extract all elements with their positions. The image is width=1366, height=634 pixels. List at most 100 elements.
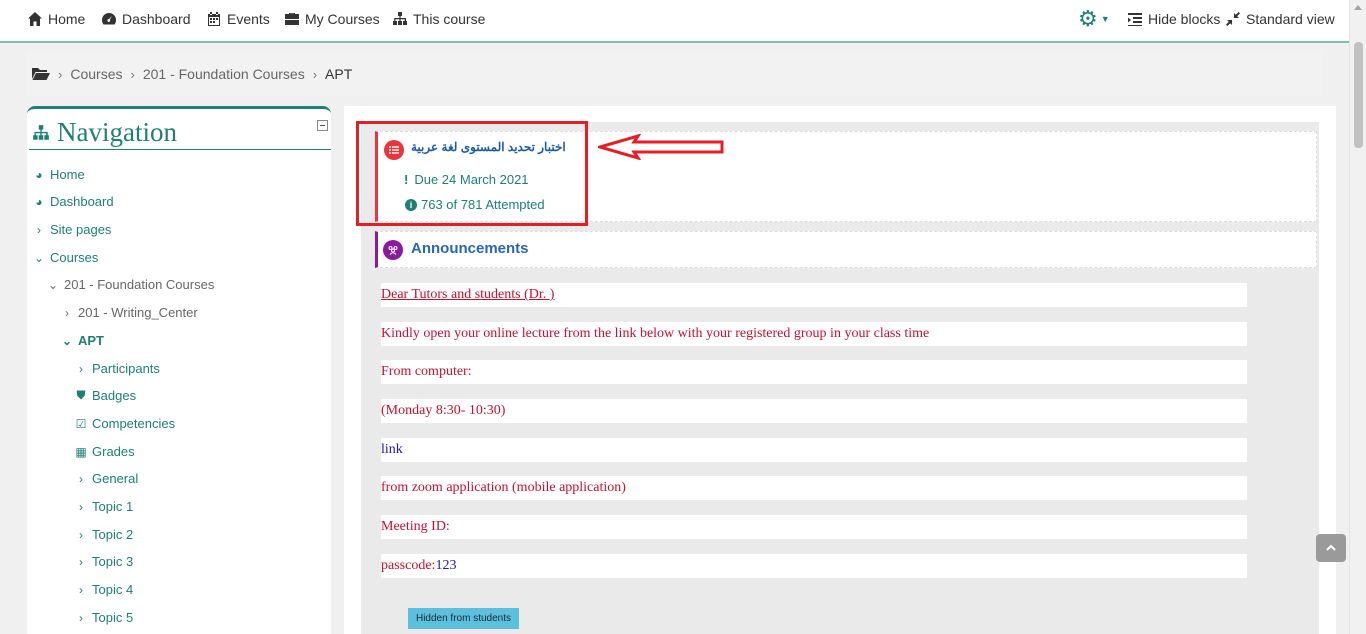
label-line-link[interactable]: link	[381, 438, 1247, 462]
sidebar-item-label: Topic 4	[92, 582, 134, 597]
dashboard-icon	[101, 13, 117, 25]
sidebar-item-participants[interactable]: › Participants	[74, 361, 160, 376]
label-line-greeting: Dear Tutors and students (Dr. )	[381, 283, 1247, 307]
sidebar-item-label: General	[92, 471, 139, 486]
navigation-title: Navigation	[31, 117, 177, 148]
sitemap-icon	[393, 12, 407, 25]
sidebar-item-home[interactable]: ◕ Home	[32, 167, 85, 182]
nav-events-link[interactable]: Events	[206, 11, 270, 27]
sidebar-item-label: Topic 5	[92, 610, 134, 625]
sidebar-item-courses[interactable]: ⌄ Courses	[32, 250, 98, 265]
label-line-meeting-id: Meeting ID:	[381, 515, 1247, 539]
breadcrumb-current: APT	[325, 66, 353, 82]
sidebar-item-topic-2[interactable]: › Topic 2	[74, 527, 133, 542]
breadcrumb-category[interactable]: 201 - Foundation Courses	[143, 66, 305, 82]
label-greeting-text: Dear Tutors and students (Dr. )	[381, 287, 555, 302]
highlight-box	[356, 121, 588, 226]
gear-icon: ⚙	[1078, 6, 1098, 31]
label-line-zoom-app: from zoom application (mobile applicatio…	[381, 476, 1247, 500]
sidebar-item-topic-5[interactable]: › Topic 5	[74, 610, 133, 625]
hide-blocks-label: Hide blocks	[1148, 11, 1221, 27]
sidebar-item-label: Home	[50, 167, 85, 182]
hidden-from-students-badge: Hidden from students	[408, 608, 519, 629]
page-scrollbar[interactable]	[1349, 0, 1366, 634]
scroll-up-arrow-icon[interactable]	[1354, 5, 1362, 10]
label-line-schedule: (Monday 8:30- 10:30)	[381, 399, 1247, 423]
label-computer-text: From computer:	[381, 364, 472, 379]
chevron-right-icon: ›	[79, 554, 83, 569]
chevron-up-icon	[1326, 544, 1336, 551]
sidebar-item-foundation-courses[interactable]: ⌄ 201 - Foundation Courses	[46, 277, 214, 292]
sidebar-item-writing-center[interactable]: › 201 - Writing_Center	[60, 305, 198, 320]
chevron-right-icon: ›	[79, 610, 83, 625]
sidebar-item-topic-3[interactable]: › Topic 3	[74, 554, 133, 569]
chevron-right-icon: ›	[79, 527, 83, 542]
nav-events-label: Events	[227, 11, 270, 27]
top-navbar: Home Dashboard Events My Courses This co…	[0, 0, 1349, 43]
label-zoom-app-text: from zoom application (mobile applicatio…	[381, 480, 626, 495]
dashboard-icon: ◕	[35, 194, 43, 209]
title-divider	[29, 149, 331, 150]
nav-dashboard-label: Dashboard	[122, 11, 191, 27]
navigation-block: Navigation	[27, 106, 331, 634]
sidebar-item-label: Participants	[92, 361, 160, 376]
breadcrumb-courses[interactable]: Courses	[70, 66, 122, 82]
label-passcode-value: 123	[435, 558, 457, 573]
label-meeting-id-text: Meeting ID:	[381, 519, 450, 534]
chevron-right-icon: ›	[79, 499, 83, 514]
collapse-block-button[interactable]	[317, 120, 328, 131]
sidebar-item-label: Grades	[92, 444, 135, 459]
chevron-down-icon: ⌄	[47, 277, 59, 292]
nav-home-link[interactable]: Home	[27, 11, 85, 27]
chevron-right-icon: ›	[79, 361, 83, 376]
nav-dashboard-link[interactable]: Dashboard	[101, 11, 191, 27]
sidebar-item-topic-1[interactable]: › Topic 1	[74, 499, 133, 514]
annotation-arrow-icon	[598, 134, 724, 160]
sidebar-item-grades[interactable]: ▦ Grades	[74, 444, 135, 459]
announcements-link[interactable]: Announcements	[411, 240, 529, 257]
sidebar-item-site-pages[interactable]: › Site pages	[32, 222, 111, 237]
chevron-right-icon: ›	[79, 471, 83, 486]
chevron-right-icon: ›	[79, 582, 83, 597]
folder-open-icon[interactable]	[32, 67, 50, 81]
settings-menu[interactable]: ⚙ ▼	[1078, 6, 1110, 31]
list-collapse-icon	[1128, 13, 1142, 26]
breadcrumb-separator: ›	[58, 66, 63, 82]
label-line-passcode: passcode: 123	[381, 554, 1247, 578]
dashboard-icon: ◕	[35, 167, 43, 182]
back-to-top-button[interactable]	[1316, 534, 1346, 562]
hide-blocks-button[interactable]: Hide blocks	[1127, 11, 1220, 27]
zoom-link[interactable]: link	[381, 442, 403, 458]
sidebar-item-badges[interactable]: ⛊ Badges	[74, 388, 136, 403]
shield-icon: ⛊	[76, 388, 86, 402]
sidebar-item-label: Competencies	[92, 416, 176, 431]
scrollbar-thumb[interactable]	[1354, 42, 1363, 148]
chevron-right-icon: ›	[65, 305, 69, 320]
nav-this-course-link[interactable]: This course	[392, 11, 485, 27]
nav-my-courses-link[interactable]: My Courses	[284, 11, 380, 27]
chevron-right-icon: ›	[37, 222, 41, 237]
sidebar-item-general[interactable]: › General	[74, 471, 138, 486]
briefcase-icon	[285, 13, 299, 25]
nav-my-courses-label: My Courses	[305, 11, 380, 27]
sidebar-item-label: Topic 3	[92, 554, 134, 569]
sidebar-item-topic-4[interactable]: › Topic 4	[74, 582, 133, 597]
nav-this-course-label: This course	[413, 11, 486, 27]
breadcrumb-separator: ›	[312, 66, 318, 82]
forum-icon	[383, 240, 403, 260]
breadcrumb-separator: ›	[130, 66, 135, 82]
label-line-instructions: Kindly open your online lecture from the…	[381, 322, 1247, 346]
sidebar-item-competencies[interactable]: ☑ Competencies	[74, 416, 176, 431]
sidebar-item-apt[interactable]: ⌄ APT	[60, 333, 104, 348]
label-line-computer: From computer:	[381, 360, 1247, 384]
sidebar-item-label: Courses	[50, 250, 99, 265]
label-schedule-text: (Monday 8:30- 10:30)	[381, 403, 506, 418]
sidebar-item-dashboard[interactable]: ◕ Dashboard	[32, 194, 113, 209]
standard-view-button[interactable]: Standard view	[1225, 11, 1335, 27]
sidebar-item-label: 201 - Foundation Courses	[64, 277, 215, 292]
label-passcode-prefix: passcode:	[381, 558, 436, 573]
home-icon	[28, 12, 42, 26]
chevron-down-icon: ⌄	[33, 250, 45, 265]
sitemap-icon	[33, 124, 49, 140]
nav-home-label: Home	[48, 11, 86, 27]
